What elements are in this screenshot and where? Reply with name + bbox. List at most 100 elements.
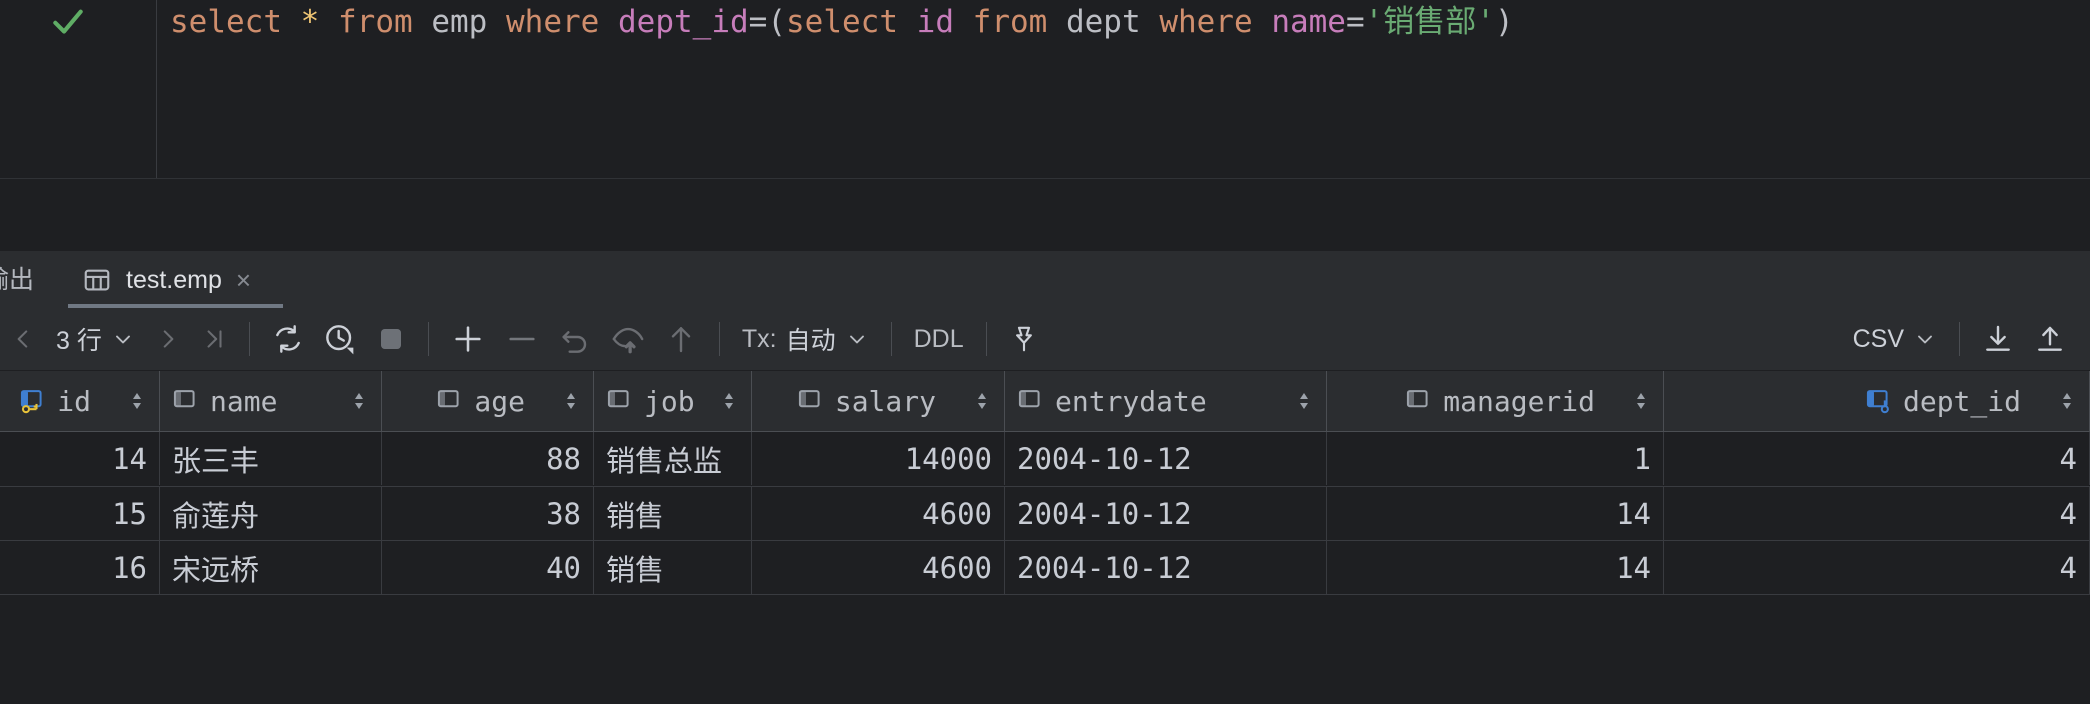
column-header-age[interactable]: age (382, 371, 594, 431)
pin-tab-button[interactable] (999, 308, 1049, 370)
column-header-label: salary (834, 384, 936, 418)
table-icon (82, 265, 112, 295)
cell-managerid[interactable]: 14 (1327, 541, 1664, 594)
table-row[interactable]: 14 张三丰 88 销售总监 14000 2004-10-12 1 4 (0, 432, 2090, 486)
table-row[interactable]: 16 宋远桥 40 销售 4600 2004-10-12 14 4 (0, 540, 2090, 594)
cell-name[interactable]: 宋远桥 (160, 541, 382, 594)
column-header-label: dept_id (1902, 384, 2021, 418)
table-row[interactable]: 15 俞莲舟 38 销售 4600 2004-10-12 14 4 (0, 486, 2090, 540)
cell-dept_id[interactable]: 4 (1664, 487, 2090, 540)
cell-id[interactable]: 14 (0, 432, 160, 485)
tx-value: 自动 (785, 327, 836, 355)
grid-empty-area (0, 594, 2090, 704)
sort-toggle-icon[interactable] (2043, 389, 2077, 413)
close-icon[interactable]: × (236, 267, 251, 293)
sort-toggle-icon[interactable] (705, 389, 739, 413)
column-icon (1405, 387, 1433, 415)
sort-toggle-icon[interactable] (113, 389, 147, 413)
cell-name[interactable]: 张三丰 (160, 432, 382, 485)
sql-token: dept (1065, 4, 1141, 40)
sort-toggle-icon[interactable] (547, 389, 581, 413)
green-check-icon[interactable] (48, 2, 88, 42)
column-header-entrydate[interactable]: entrydate (1005, 371, 1327, 431)
import-data-button[interactable] (2024, 308, 2076, 370)
cell-salary[interactable]: 14000 (752, 432, 1005, 485)
column-header-salary[interactable]: salary (752, 371, 1005, 431)
cell-entrydate[interactable]: 2004-10-12 (1005, 541, 1327, 594)
editor-gutter (0, 0, 157, 178)
history-button[interactable] (314, 308, 366, 370)
stop-button[interactable] (366, 308, 416, 370)
cell-age[interactable]: 88 (382, 432, 594, 485)
column-header-managerid[interactable]: managerid (1327, 371, 1664, 431)
cell-job[interactable]: 销售 (594, 541, 752, 594)
sql-token: = (1345, 4, 1365, 40)
cell-managerid[interactable]: 14 (1327, 487, 1664, 540)
sort-toggle-icon[interactable] (958, 389, 992, 413)
cell-age[interactable]: 40 (382, 541, 594, 594)
export-format-selector[interactable]: CSV (1843, 308, 1947, 370)
sort-toggle-icon[interactable] (335, 389, 369, 413)
chevron-down-icon (1913, 327, 1937, 351)
column-header-label: age (474, 384, 525, 418)
column-header-label: name (210, 384, 278, 418)
column-header-job[interactable]: job (594, 371, 752, 431)
next-page-button[interactable] (145, 308, 191, 370)
column-header-content: dept_id (1865, 385, 2021, 418)
sql-token: * (300, 4, 320, 40)
tab-output-clipped[interactable]: 输出 (0, 251, 34, 309)
refresh-icon (272, 323, 304, 355)
cell-id[interactable]: 15 (0, 487, 160, 540)
sql-token: name (1271, 4, 1346, 40)
transaction-mode-selector[interactable]: Tx: 自动 (732, 308, 879, 370)
column-header-dept_id[interactable]: dept_id (1664, 371, 2090, 431)
cell-job[interactable]: 销售 (594, 487, 752, 540)
toolbar-divider (718, 322, 720, 356)
tab-label: test.emp (126, 265, 222, 294)
revert-button[interactable] (549, 308, 601, 370)
column-header-name[interactable]: name (160, 371, 382, 431)
column-icon (606, 387, 634, 415)
cell-age[interactable]: 38 (382, 487, 594, 540)
sql-editor-panel: select * from emp where dept_id=(select … (0, 0, 2090, 178)
toolbar-divider (248, 322, 250, 356)
add-row-button[interactable] (441, 308, 495, 370)
tab-test-emp[interactable]: test.emp × (68, 251, 269, 309)
cell-salary[interactable]: 4600 (752, 541, 1005, 594)
sql-token: where (506, 4, 600, 40)
export-data-button[interactable] (1972, 308, 2024, 370)
toolbar-divider (1959, 322, 1960, 356)
cell-name[interactable]: 俞莲舟 (160, 487, 382, 540)
cell-job[interactable]: 销售总监 (594, 432, 752, 485)
cell-dept_id[interactable]: 4 (1664, 432, 2090, 485)
sql-token: emp (431, 4, 488, 40)
preview-changes-button[interactable] (601, 308, 655, 370)
cell-id[interactable]: 16 (0, 541, 160, 594)
cell-salary[interactable]: 4600 (752, 487, 1005, 540)
cell-managerid[interactable]: 1 (1327, 432, 1664, 485)
column-header-id[interactable]: id (0, 371, 160, 431)
submit-changes-button[interactable] (655, 308, 707, 370)
foreign-key-icon (1865, 387, 1893, 415)
first-page-button[interactable] (0, 308, 46, 370)
toolbar-divider (985, 322, 987, 356)
sort-toggle-icon[interactable] (1280, 389, 1314, 413)
sql-token: ) (1494, 4, 1514, 40)
reload-button[interactable] (262, 308, 314, 370)
sort-toggle-icon[interactable] (1617, 389, 1651, 413)
cell-entrydate[interactable]: 2004-10-12 (1005, 432, 1327, 485)
cell-entrydate[interactable]: 2004-10-12 (1005, 487, 1327, 540)
row-count-selector[interactable]: 3 行 (46, 308, 145, 370)
sql-token: '销售部' (1364, 4, 1495, 40)
last-page-button[interactable] (191, 308, 237, 370)
column-header-content: job (606, 385, 695, 418)
delete-row-button[interactable] (495, 308, 549, 370)
sql-query-line[interactable]: select * from emp where dept_id=(select … (170, 0, 1514, 44)
ddl-button[interactable]: DDL (904, 308, 974, 370)
chevron-down-icon (845, 327, 869, 351)
column-icon (1017, 387, 1045, 415)
sql-token: dept_id (618, 4, 749, 40)
cell-dept_id[interactable]: 4 (1664, 541, 2090, 594)
column-header-content: age (436, 385, 525, 418)
